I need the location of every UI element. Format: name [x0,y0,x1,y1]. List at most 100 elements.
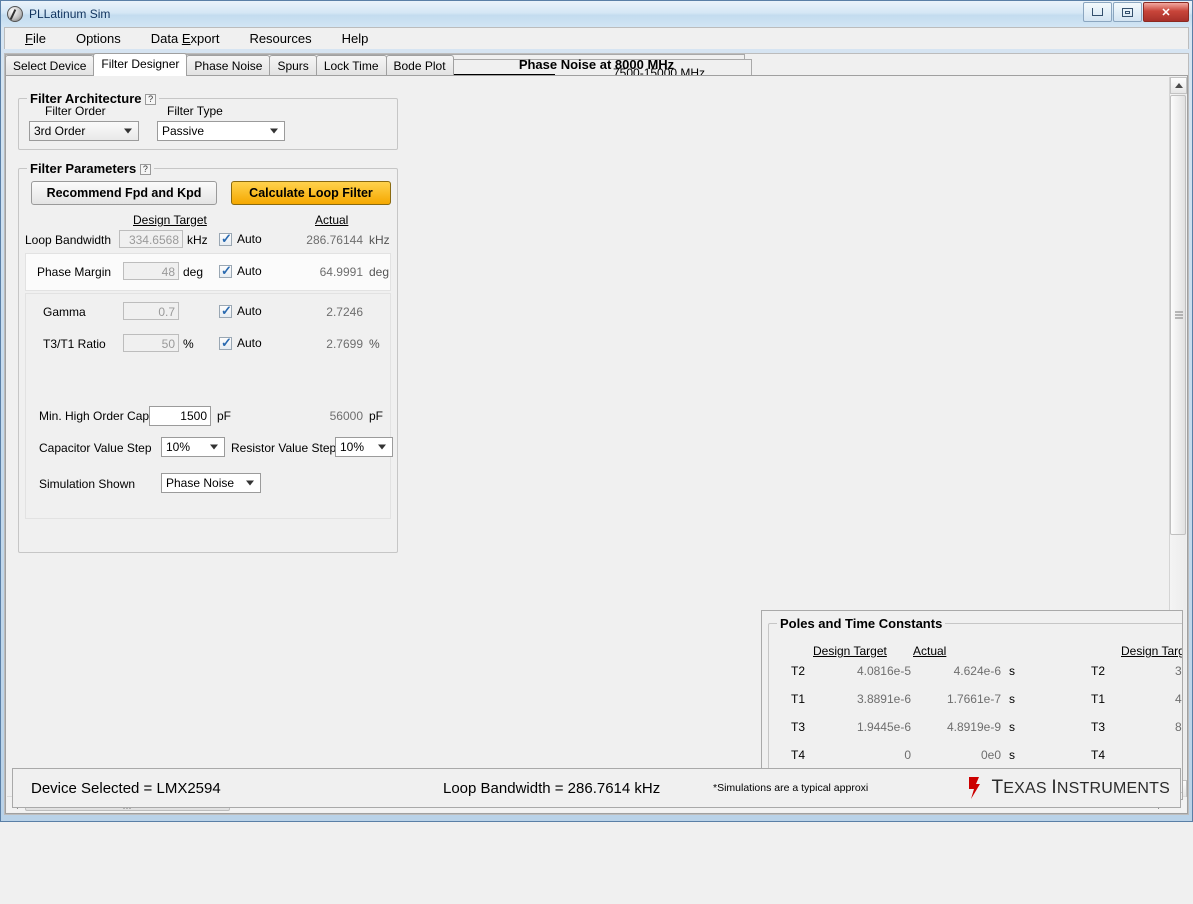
poles-row-actual: 4.624e-6 [919,664,1001,678]
restore-button[interactable] [1113,2,1142,22]
simulation-shown-combo[interactable]: Phase Noise [161,473,261,493]
filter-order-value: 3rd Order [34,124,85,138]
min-high-order-cap-input[interactable]: 1500 [149,406,211,426]
poles-row-unit: s [1009,748,1015,762]
loop-bandwidth-actual: 286.76144 [291,233,363,247]
menu-options[interactable]: Options [74,29,123,48]
chevron-up-icon [1175,83,1183,88]
resistor-value-step-combo[interactable]: 10% [335,437,393,457]
tab-strip: Select Device Filter Designer Phase Nois… [5,54,453,76]
chevron-down-icon [270,129,278,134]
loop-bandwidth-target-input: 334.6568 [119,230,183,248]
chevron-down-icon [246,481,254,486]
phase-margin-auto-label: Auto [237,264,262,278]
capacitor-value-step-label: Capacitor Value Step [39,441,152,455]
filter-order-combo[interactable]: 3rd Order [29,121,139,141]
min-high-order-cap-actual-unit: pF [369,409,383,423]
tab-select-device[interactable]: Select Device [5,55,94,76]
tab-spurs[interactable]: Spurs [269,55,316,76]
poles-row-label-2: T3 [1091,720,1105,734]
menu-data-export[interactable]: Data Export [149,29,222,48]
menu-help[interactable]: Help [340,29,371,48]
minimize-button[interactable] [1083,2,1112,22]
filter-parameters-group: Filter Parameters ? Recommend Fpd and Kp… [18,168,398,553]
title-bar: PLLatinum Sim ✕ [1,1,1192,27]
chevron-down-icon [378,445,386,450]
tab-phase-noise[interactable]: Phase Noise [186,55,270,76]
t3t1-ratio-auto-checkbox[interactable]: Auto [219,336,262,350]
tab-bode-plot[interactable]: Bode Plot [386,55,454,76]
calculate-loop-filter-button[interactable]: Calculate Loop Filter [231,181,391,205]
tab-lock-time[interactable]: Lock Time [316,55,387,76]
tab-filter-designer[interactable]: Filter Designer [93,53,187,76]
resistor-value-step-value: 10% [340,440,364,454]
min-high-order-cap-label: Min. High Order Cap [39,409,149,423]
poles-row-design-target: 0 [829,748,911,762]
poles-row-actual: 4.8919e-9 [919,720,1001,734]
poles-row-design-target: 4.0816e-5 [829,664,911,678]
poles-design-target-header: Design Target [813,644,887,658]
loop-bandwidth-label: Loop Bandwidth [25,233,111,247]
t3t1-auto-label: Auto [237,336,262,350]
recommend-fpd-kpd-button[interactable]: Recommend Fpd and Kpd [31,181,217,205]
menu-bar: File Options Data Export Resources Help [4,27,1189,49]
ti-wordmark: TEXAS INSTRUMENTS [991,777,1170,799]
poles-row-design-target-2: 8. [1129,720,1183,734]
capacitor-value-step-combo[interactable]: 10% [161,437,225,457]
loop-bandwidth-unit: kHz [187,233,208,247]
poles-row-actual: 1.7661e-7 [919,692,1001,706]
poles-row-actual: 0e0 [919,748,1001,762]
right-tab-panel: Select Device Filter Designer Phase Nois… [5,359,427,904]
loop-bandwidth-auto-checkbox[interactable]: Auto [219,232,262,246]
resistor-value-step-label: Resistor Value Step [231,441,336,455]
poles-row-unit: s [1009,664,1015,678]
help-icon[interactable]: ? [145,94,156,105]
ti-nstruments: NSTRUMENTS [1057,780,1170,797]
phase-margin-actual-unit: deg [369,265,389,279]
gamma-target-input: 0.7 [123,302,179,320]
gamma-auto-checkbox[interactable]: Auto [219,304,262,318]
checkbox-icon [219,265,232,278]
actual-header: Actual [315,213,348,227]
gamma-actual: 2.7246 [295,305,363,319]
window-title: PLLatinum Sim [29,7,110,21]
poles-row-label: T2 [791,664,805,678]
filter-architecture-group: Filter Architecture ? Filter Order 3rd O… [18,98,398,150]
menu-resources[interactable]: Resources [247,29,313,48]
help-icon[interactable]: ? [140,164,151,175]
filter-type-label: Filter Type [167,104,223,118]
status-loop-bandwidth: Loop Bandwidth = 286.7614 kHz [443,780,660,797]
phase-margin-auto-checkbox[interactable]: Auto [219,264,262,278]
filter-type-combo[interactable]: Passive [157,121,285,141]
t3t1-ratio-actual-unit: % [369,337,380,351]
t3t1-ratio-actual: 2.7699 [295,337,363,351]
poles-design-target-header-2: Design Targ [1121,644,1183,658]
ti-mark-icon [963,776,985,800]
filter-parameters-title: Filter Parameters ? [27,161,154,176]
poles-row-design-target: 1.9445e-6 [829,720,911,734]
close-button[interactable]: ✕ [1143,2,1189,22]
poles-actual-header: Actual [913,644,946,658]
status-device-selected: Device Selected = LMX2594 [31,780,221,797]
poles-row-label-2: T2 [1091,664,1105,678]
capacitor-value-step-value: 10% [166,440,190,454]
vertical-scrollbar-thumb[interactable] [1170,95,1186,535]
t3t1-ratio-label: T3/T1 Ratio [43,337,106,351]
phase-margin-label: Phase Margin [37,265,111,279]
menu-file[interactable]: File [23,29,48,48]
filter-type-value: Passive [162,124,204,138]
min-high-order-cap-unit: pF [217,409,231,423]
poles-row-design-target-2: 4. [1129,692,1183,706]
poles-row-unit: s [1009,720,1015,734]
scrollbar-grip-icon [1175,312,1183,319]
phase-margin-target-input: 48 [123,262,179,280]
poles-row-unit: s [1009,692,1015,706]
filter-parameters-title-text: Filter Parameters [30,161,136,176]
checkbox-icon [219,233,232,246]
poles-row-label: T4 [791,748,805,762]
scroll-up-button[interactable] [1170,77,1187,94]
t3t1-ratio-unit: % [183,337,194,351]
poles-row-label-2: T4 [1091,748,1105,762]
status-note: *Simulations are a typical approxi [713,782,868,794]
minimize-icon [1092,8,1103,16]
